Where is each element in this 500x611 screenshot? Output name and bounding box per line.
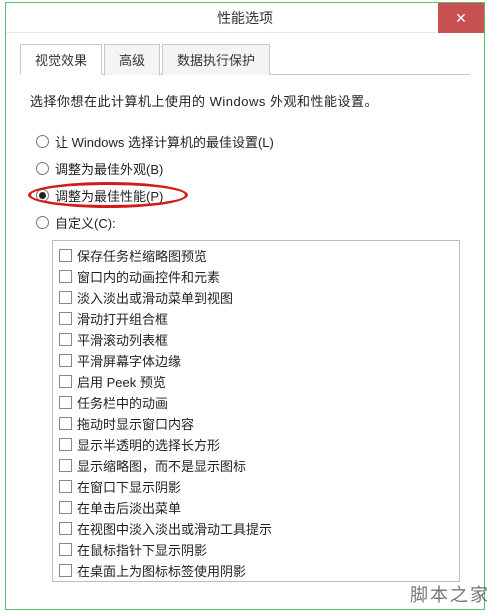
performance-options-window: 性能选项 ✕ 视觉效果 高级 数据执行保护 选择你想在此计算机上使用的 Wind…: [5, 2, 485, 610]
checkbox-label: 拖动时显示窗口内容: [77, 414, 194, 433]
checkbox-icon: [59, 417, 72, 430]
checkbox-icon: [59, 501, 72, 514]
radio-label: 让 Windows 选择计算机的最佳设置(L): [55, 132, 274, 151]
checkbox-label: 在鼠标指针下显示阴影: [77, 540, 207, 559]
checkbox-label: 在单击后淡出菜单: [77, 498, 181, 517]
close-icon: ✕: [455, 10, 467, 27]
window-title: 性能选项: [217, 8, 273, 28]
checkbox-label: 滑动打开组合框: [77, 309, 168, 328]
checkbox-label: 显示缩略图，而不是显示图标: [77, 456, 246, 475]
radio-best-performance[interactable]: 调整为最佳性能(P): [36, 186, 460, 205]
checkbox-icon: [59, 543, 72, 556]
tab-advanced[interactable]: 高级: [104, 44, 160, 75]
checkbox-label: 平滑滚动列表框: [77, 330, 168, 349]
tab-dep[interactable]: 数据执行保护: [162, 44, 270, 75]
checkbox-label: 淡入淡出或滑动菜单到视图: [77, 288, 233, 307]
checkbox-label: 在视图中淡入淡出或滑动工具提示: [77, 519, 272, 538]
checkbox-row[interactable]: 在最大化和最小化时显示窗口动画: [59, 581, 453, 582]
checkbox-icon: [59, 459, 72, 472]
checkbox-label: 在桌面上为图标标签使用阴影: [77, 561, 246, 580]
checkbox-row[interactable]: 显示缩略图，而不是显示图标: [59, 455, 453, 476]
radio-label: 调整为最佳外观(B): [55, 159, 163, 178]
checkbox-row[interactable]: 在桌面上为图标标签使用阴影: [59, 560, 453, 581]
description-text: 选择你想在此计算机上使用的 Windows 外观和性能设置。: [30, 91, 460, 110]
checkbox-icon: [59, 522, 72, 535]
radio-custom[interactable]: 自定义(C):: [36, 213, 460, 232]
radio-icon: [36, 135, 49, 148]
radio-group: 让 Windows 选择计算机的最佳设置(L) 调整为最佳外观(B) 调整为最佳…: [36, 132, 460, 232]
checkbox-row[interactable]: 平滑滚动列表框: [59, 329, 453, 350]
radio-label: 自定义(C):: [55, 213, 116, 232]
tabpage-visual-effects: 选择你想在此计算机上使用的 Windows 外观和性能设置。 让 Windows…: [20, 75, 470, 592]
tab-visual-effects[interactable]: 视觉效果: [20, 44, 102, 75]
checkbox-label: 显示半透明的选择长方形: [77, 435, 220, 454]
client-area: 视觉效果 高级 数据执行保护 选择你想在此计算机上使用的 Windows 外观和…: [6, 33, 484, 592]
checkbox-row[interactable]: 淡入淡出或滑动菜单到视图: [59, 287, 453, 308]
checkbox-icon: [59, 333, 72, 346]
checkbox-label: 保存任务栏缩略图预览: [77, 246, 207, 265]
checkbox-icon: [59, 249, 72, 262]
radio-let-windows-choose[interactable]: 让 Windows 选择计算机的最佳设置(L): [36, 132, 460, 151]
checkbox-row[interactable]: 在窗口下显示阴影: [59, 476, 453, 497]
checkbox-row[interactable]: 任务栏中的动画: [59, 392, 453, 413]
titlebar: 性能选项 ✕: [6, 3, 484, 33]
radio-label: 调整为最佳性能(P): [55, 186, 163, 205]
checkbox-icon: [59, 396, 72, 409]
checkbox-icon: [59, 375, 72, 388]
checkbox-row[interactable]: 滑动打开组合框: [59, 308, 453, 329]
checkbox-label: 平滑屏幕字体边缘: [77, 351, 181, 370]
checkbox-label: 在窗口下显示阴影: [77, 477, 181, 496]
checkbox-label: 窗口内的动画控件和元素: [77, 267, 220, 286]
checkbox-row[interactable]: 在鼠标指针下显示阴影: [59, 539, 453, 560]
checkbox-row[interactable]: 显示半透明的选择长方形: [59, 434, 453, 455]
checkbox-row[interactable]: 拖动时显示窗口内容: [59, 413, 453, 434]
checkbox-icon: [59, 291, 72, 304]
checkbox-icon: [59, 312, 72, 325]
checkbox-icon: [59, 354, 72, 367]
checkbox-icon: [59, 564, 72, 577]
checkbox-row[interactable]: 保存任务栏缩略图预览: [59, 245, 453, 266]
checkbox-row[interactable]: 启用 Peek 预览: [59, 371, 453, 392]
checkbox-label: 启用 Peek 预览: [77, 372, 166, 391]
checkbox-row[interactable]: 窗口内的动画控件和元素: [59, 266, 453, 287]
checkbox-icon: [59, 480, 72, 493]
checkbox-row[interactable]: 在单击后淡出菜单: [59, 497, 453, 518]
checkbox-label: 任务栏中的动画: [77, 393, 168, 412]
close-button[interactable]: ✕: [438, 3, 484, 33]
checkbox-row[interactable]: 在视图中淡入淡出或滑动工具提示: [59, 518, 453, 539]
radio-icon: [36, 162, 49, 175]
effects-checklist[interactable]: 保存任务栏缩略图预览窗口内的动画控件和元素淡入淡出或滑动菜单到视图滑动打开组合框…: [52, 240, 460, 582]
checkbox-icon: [59, 438, 72, 451]
radio-icon: [36, 189, 49, 202]
checkbox-row[interactable]: 平滑屏幕字体边缘: [59, 350, 453, 371]
tabstrip: 视觉效果 高级 数据执行保护: [20, 43, 470, 75]
checkbox-icon: [59, 270, 72, 283]
radio-best-appearance[interactable]: 调整为最佳外观(B): [36, 159, 460, 178]
radio-icon: [36, 216, 49, 229]
